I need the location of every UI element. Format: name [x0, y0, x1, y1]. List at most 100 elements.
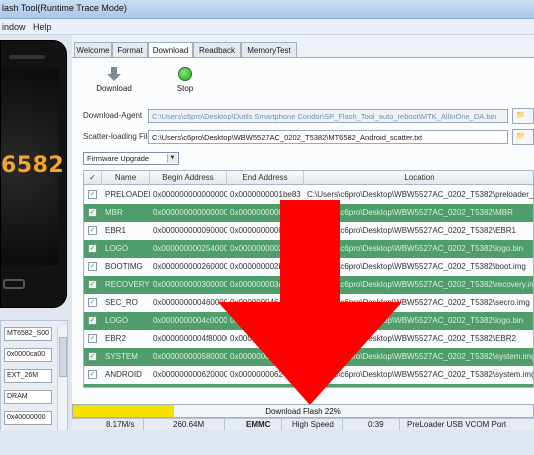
tab-readback[interactable]: Readback [193, 42, 241, 57]
row-name: EBR1 [105, 226, 126, 235]
row-location: C:\Users\c6pro\Desktop\WBW5527AC_0202_T5… [307, 334, 516, 343]
table-row[interactable]: ✓ LOGO 0x0000000004c00000 0x000000004c C:\Us… [84, 312, 533, 330]
row-checkbox[interactable]: ✓ [88, 298, 97, 307]
row-begin: 0x0000000000900000 [153, 226, 227, 235]
row-begin: 0x0000000002600000 [153, 262, 227, 271]
row-name: SEC_RO [105, 298, 138, 307]
scatter-browse-button[interactable]: 📁 [512, 129, 534, 145]
row-name: BOOTIMG [105, 262, 143, 271]
phone-screen: 6582 [1, 69, 64, 265]
table-row[interactable]: ✓ PRELOADER 0x0000000000000000 0x0000000001… [84, 186, 533, 204]
row-name: MBR [105, 208, 123, 217]
stop-circle-icon [178, 67, 192, 81]
row-checkbox[interactable]: ✓ [88, 370, 97, 379]
status-bar: 8.17M/s 260.64M EMMC High Speed 0:39 Pre… [72, 418, 534, 438]
row-location: C:\Users\c6pro\Desktop\WBW5527AC_0202_T5… [307, 262, 526, 271]
row-end: 0x000000004c [230, 316, 283, 325]
status-storage: EMMC [246, 420, 271, 429]
status-size: 260.64M [173, 420, 205, 429]
row-checkbox[interactable]: ✓ [88, 352, 97, 361]
row-location: C:\Users\c6pro\Desktop\WBW5527AC_0202_T5… [307, 316, 524, 325]
row-location: C:\Users\c6pro\Desktop\WBW5527AC_0202_T5… [304, 384, 533, 387]
menu-bar: indow Help [0, 19, 534, 35]
table-header: ✓ Name Begin Address End Address Locatio… [84, 171, 533, 185]
title-bar: lash Tool(Runtime Trace Mode) [0, 0, 534, 19]
header-check[interactable]: ✓ [84, 171, 102, 185]
download-button[interactable]: Download [94, 67, 134, 93]
window-bottom [0, 430, 534, 455]
row-end: 0x000000046 [230, 298, 279, 307]
row-location: C:\Users\c6pro\Desktop\WBW5527AC_0202_T5… [307, 352, 534, 361]
row-name: RECOVERY [105, 280, 150, 289]
mode-select-value: Firmware Upgrade [87, 154, 150, 163]
scatter-file-label: Scatter-loading File [83, 132, 152, 141]
row-begin: 0x0000000002540000 [153, 244, 227, 253]
table-row[interactable]: ✓ LOGO 0x0000000002540000 0x0000000002ba0c3… [84, 240, 533, 258]
table-row[interactable]: ✓ EBR1 0x0000000000900000 0x000000000000001… [84, 222, 533, 240]
header-location: Location [404, 173, 435, 182]
row-checkbox[interactable]: ✓ [88, 316, 97, 325]
row-end: 0x0000000062 [230, 370, 283, 379]
row-checkbox[interactable]: ✓ [88, 190, 97, 199]
header-begin: Begin Address [150, 171, 227, 185]
row-checkbox[interactable]: ✓ [88, 244, 97, 253]
tab-download[interactable]: Download [148, 42, 193, 58]
status-mode: High Speed [292, 420, 334, 429]
table-row[interactable]: ✓ MBR 0x0000000000000000 0x00000000000001ff… [84, 204, 533, 222]
row-name: CACHE [102, 384, 150, 387]
status-time: 0:39 [368, 420, 384, 429]
row-checkbox[interactable]: ✓ [88, 334, 97, 343]
download-arrow-icon [107, 67, 121, 81]
table-row[interactable]: ✓ SYSTEM 0x0000000005800000 0x0000000058 C:\… [84, 348, 534, 366]
row-begin: 0x0000000000000000 [153, 208, 227, 217]
header-end: End Address [227, 171, 304, 185]
progress-bar: Download Flash 22% [72, 404, 534, 418]
menu-help[interactable]: Help [33, 22, 52, 32]
row-end: 0x0000000001be83 [230, 190, 301, 199]
download-agent-path[interactable]: C:\Users\c6pro\Desktop\Dutils Smartphone… [148, 109, 508, 123]
row-checkbox[interactable]: ✓ [88, 280, 97, 289]
mode-select[interactable]: Firmware Upgrade ▼ [83, 152, 179, 165]
row-end: 0x000000004f [230, 334, 281, 343]
row-end: 0x000000002b [230, 262, 283, 271]
row-name: LOGO [105, 244, 129, 253]
table-row[interactable]: ✓CACHE0x000000004a2000000x000000004aC:\U… [84, 384, 533, 387]
scatter-file-path[interactable]: C:\Users\c6pro\Desktop\WBW5527AC_0202_T5… [148, 130, 508, 144]
table-row[interactable]: ✓ ANDROID 0x0000000006200000 0x0000000062 C:… [84, 366, 533, 384]
table-row[interactable]: ✓ BOOTIMG 0x0000000002600000 0x000000002b C:… [84, 258, 533, 276]
row-checkbox[interactable]: ✓ [88, 208, 97, 217]
info-scrollbar[interactable] [57, 327, 67, 435]
table-row[interactable]: ✓ EBR2 0x0000000004f80000 0x000000004f C:\Us… [84, 330, 533, 348]
phone-home-button [3, 279, 25, 289]
tab-welcome[interactable]: Welcome [74, 42, 112, 57]
row-end: 0x0000000002ba0c3 [230, 244, 304, 253]
row-location: C:\Users\c6pro\Desktop\WBW5527AC_0202_T5… [307, 298, 530, 307]
stop-button-label: Stop [176, 84, 194, 93]
table-row[interactable]: ✓ RECOVERY 0x0000000003000000 0x000000003a C… [84, 276, 533, 294]
table-row[interactable]: ✓ SEC_RO 0x0000000004600000 0x000000046 C:\U… [84, 294, 533, 312]
row-begin: 0x000000004a200000 [150, 384, 227, 387]
stop-button[interactable]: Stop [170, 67, 200, 93]
download-agent-label: Download-Agent [83, 111, 143, 120]
row-name: EBR2 [105, 334, 126, 343]
scrollbar-thumb[interactable] [59, 337, 67, 377]
row-end: 0x000000004a [227, 384, 304, 387]
progress-label: Download Flash 22% [265, 407, 341, 416]
row-begin: 0x0000000006200000 [153, 370, 227, 379]
info-memory: DRAM [4, 390, 52, 404]
row-name: ANDROID [105, 370, 142, 379]
row-checkbox[interactable]: ✓ [88, 226, 97, 235]
row-checkbox[interactable]: ✓ [88, 262, 97, 271]
download-agent-browse-button[interactable]: 📁 [512, 108, 534, 124]
row-location: C:\Users\c6pro\Desktop\WBW5527AC_0202_T5… [307, 208, 513, 217]
chevron-down-icon: ▼ [167, 154, 177, 163]
tab-memorytest[interactable]: MemoryTest [241, 42, 297, 57]
menu-window[interactable]: indow [2, 22, 26, 32]
row-name: SYSTEM [105, 352, 138, 361]
row-begin: 0x0000000004c00000 [153, 316, 227, 325]
info-chip: MT6582_S00 [4, 327, 52, 341]
device-panel: 6582 MT6582_S00 0x0000ca00 EXT_26M DRAM … [0, 35, 72, 455]
tab-format[interactable]: Format [112, 42, 148, 57]
status-speed: 8.17M/s [106, 420, 135, 429]
phone-speaker [9, 55, 45, 59]
